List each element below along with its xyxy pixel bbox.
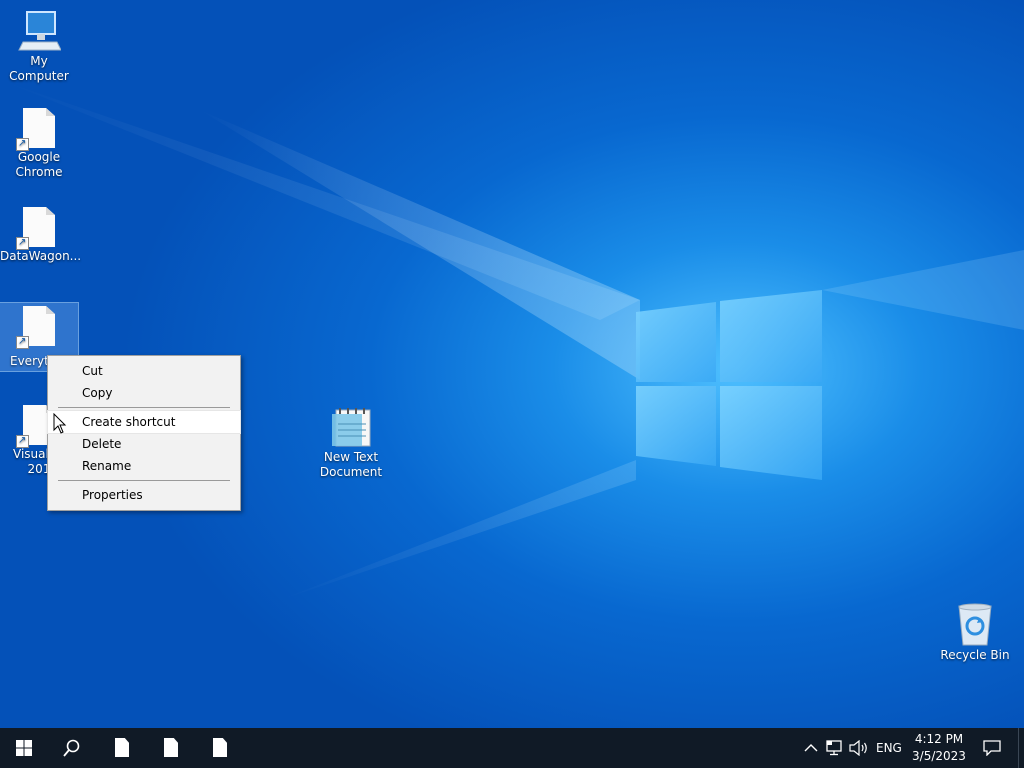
recycle-bin-icon [958,603,992,646]
shortcut-arrow-icon [16,334,29,349]
clock[interactable]: 4:12 PM 3/5/2023 [908,731,970,765]
desktop-icon-datawagon[interactable]: DataWagon... [0,207,82,264]
desktop-icon-label: DataWagon... [0,249,82,263]
start-button[interactable] [0,728,48,768]
search-icon [63,739,80,757]
network-button[interactable] [824,728,846,768]
volume-button[interactable] [848,728,870,768]
windows-logo-icon [16,740,32,756]
document-icon [213,738,227,757]
computer-icon [18,11,61,51]
menu-item-properties[interactable]: Properties [48,484,240,506]
wallpaper-windows-logo [636,290,822,480]
desktop-icon-label: Recycle Bin [940,648,1010,662]
network-icon [826,740,842,756]
document-icon [115,738,129,757]
desktop[interactable]: My Computer Google Chrome DataWagon... E… [0,0,1024,728]
search-button[interactable] [48,728,96,768]
taskbar-pinned-app-2[interactable] [147,728,195,768]
menu-separator [58,480,230,481]
clock-date: 3/5/2023 [912,749,966,763]
desktop-icon-recycle-bin[interactable]: Recycle Bin [936,602,1014,663]
taskbar-pinned-app-1[interactable] [98,728,146,768]
desktop-icon-new-text-document[interactable]: New Text Document [312,404,390,480]
notepad-icon [332,408,371,447]
desktop-icon-label: Chrome [15,165,63,179]
taskbar-pinned-app-3[interactable] [196,728,244,768]
desktop-icon-my-computer[interactable]: My Computer [0,8,78,84]
chevron-up-icon [804,744,818,752]
menu-item-copy[interactable]: Copy [48,382,240,404]
language-indicator[interactable]: ENG [876,728,902,768]
clock-time: 4:12 PM [914,732,964,746]
action-center-button[interactable] [978,728,1008,768]
desktop-icon-label: Document [319,465,383,479]
speaker-icon [849,740,867,756]
shortcut-arrow-icon [16,136,29,151]
shortcut-arrow-icon [16,433,29,448]
show-hidden-icons-button[interactable] [802,728,820,768]
context-menu: Cut Copy Create shortcut Delete Rename P… [47,355,241,511]
desktop-icon-label: My Computer [9,54,69,83]
taskbar: ENG 4:12 PM 3/5/2023 [0,728,1024,768]
mouse-cursor-icon [53,413,67,434]
menu-separator [58,407,230,408]
desktop-icon-label: Google [17,150,61,164]
document-icon [164,738,178,757]
notification-icon [983,740,1001,756]
menu-item-delete[interactable]: Delete [48,433,240,455]
shortcut-arrow-icon [16,235,29,250]
desktop-icon-label: New Text [323,450,379,464]
desktop-icon-google-chrome[interactable]: Google Chrome [0,108,78,180]
show-desktop-button[interactable] [1018,728,1024,768]
menu-item-create-shortcut[interactable]: Create shortcut [47,410,241,434]
menu-item-rename[interactable]: Rename [48,455,240,477]
menu-item-cut[interactable]: Cut [48,360,240,382]
